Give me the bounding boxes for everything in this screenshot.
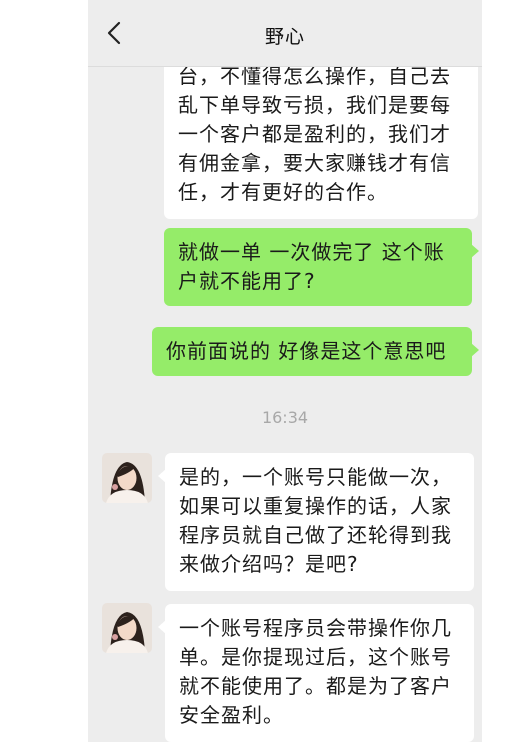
message-line: 单。是你提现过后，这个账号 [179,645,452,669]
received-message[interactable]: 一个账号程序员会带操作你几 单。是你提现过后，这个账号 就不能使用了。都是为了客… [158,604,474,742]
sent-message[interactable]: 你前面说的 好像是这个意思吧 [152,327,479,376]
message-line: 一个客户都是盈利的，我们才 [178,122,451,146]
chat-title: 野心 [264,26,305,48]
message-line: 户就不能用了? [178,269,316,293]
message-line: 来做介绍吗？是吧? [179,552,359,576]
received-message[interactable]: 台，不懂得怎么操作，自己去 乱下单导致亏损，我们是要每 一个客户都是盈利的，我们… [164,52,478,219]
message-timestamp: 16:34 [261,408,309,427]
message-line: 如果可以重复操作的话，人家 [179,494,452,518]
message-line: 就做一单 一次做完了 这个账 [178,240,445,264]
received-message[interactable]: 是的，一个账号只能做一次， 如果可以重复操作的话，人家 程序员就自己做了还轮得到… [158,453,474,591]
chat-screen: 野心 台，不懂得怎么操作，自己去 乱下单导致亏损，我们是要每 一个客户都是盈利的… [88,0,482,742]
avatar[interactable] [102,603,152,653]
message-line: 是的，一个账号只能做一次， [179,465,452,489]
message-line: 任，才有更好的合作。 [178,180,388,204]
message-line: 有佣金拿，要大家赚钱才有信 [178,151,451,175]
sent-message[interactable]: 就做一单 一次做完了 这个账 户就不能用了? [164,228,479,306]
message-line: 安全盈利。 [179,703,284,727]
avatar[interactable] [102,453,152,503]
message-line: 就不能使用了。都是为了客户 [179,674,452,698]
chat-header: 野心 [88,0,482,67]
message-line: 你前面说的 好像是这个意思吧 [166,339,447,363]
message-line: 一个账号程序员会带操作你几 [179,616,452,640]
message-line: 乱下单导致亏损，我们是要每 [178,93,451,117]
message-line: 程序员就自己做了还轮得到我 [179,523,452,547]
